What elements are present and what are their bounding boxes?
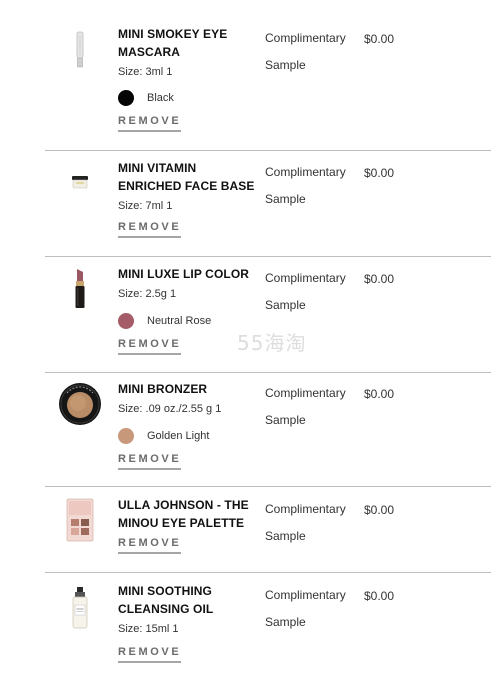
shade-name: Neutral Rose: [147, 315, 212, 327]
item-price: $0.00: [364, 503, 395, 517]
cart-items-list: MINI SMOKEY EYE MASCARA Size: 3ml 1 Blac…: [0, 0, 491, 674]
status-line-2: Sample: [265, 58, 306, 72]
shade-name: Black: [147, 92, 174, 104]
status-text: Complimentary Sample: [265, 582, 360, 636]
product-name: MINI BRONZER: [118, 382, 208, 396]
shade-swatch: [118, 428, 134, 444]
status-text: Complimentary Sample: [265, 265, 360, 319]
mascara-icon: [52, 26, 108, 74]
status-text: Complimentary Sample: [265, 159, 360, 213]
product-size: Size: 7ml 1: [118, 200, 173, 212]
face-base-jar-icon: [52, 158, 108, 206]
remove-button[interactable]: REMOVE: [118, 646, 182, 663]
lipstick-icon: [52, 265, 108, 313]
bronzer-compact-icon: [52, 380, 108, 428]
status-line-1: Complimentary: [265, 271, 346, 285]
cleansing-oil-bottle-icon: [52, 584, 108, 632]
product-size: Size: .09 oz./2.55 g 1: [118, 403, 222, 415]
item-price: $0.00: [364, 272, 395, 286]
status-line-1: Complimentary: [265, 31, 346, 45]
shade-swatch: [118, 313, 134, 329]
product-name: MINI SMOKEY EYE MASCARA: [118, 27, 228, 59]
divider: [45, 486, 491, 487]
item-price: $0.00: [364, 589, 395, 603]
status-text: Complimentary Sample: [265, 25, 360, 79]
status-line-1: Complimentary: [265, 165, 346, 179]
status-text: Complimentary Sample: [265, 496, 360, 550]
status-line-2: Sample: [265, 615, 306, 629]
shade-row: Golden Light: [118, 428, 263, 444]
status-line-1: Complimentary: [265, 502, 346, 516]
status-line-1: Complimentary: [265, 386, 346, 400]
product-size: Size: 2.5g 1: [118, 288, 177, 300]
divider: [45, 372, 491, 373]
status-text: Complimentary Sample: [265, 380, 360, 434]
item-price: $0.00: [364, 387, 395, 401]
divider: [45, 572, 491, 573]
status-line-2: Sample: [265, 298, 306, 312]
watermark: 55海淘: [237, 331, 307, 355]
remove-button[interactable]: REMOVE: [118, 453, 182, 470]
remove-button[interactable]: REMOVE: [118, 338, 182, 355]
status-line-1: Complimentary: [265, 588, 346, 602]
product-size: Size: 3ml 1: [118, 66, 173, 78]
product-size: Size: 15ml 1: [118, 623, 179, 635]
product-name: MINI LUXE LIP COLOR: [118, 267, 250, 281]
remove-button[interactable]: REMOVE: [118, 221, 182, 238]
divider: [45, 150, 491, 151]
status-line-2: Sample: [265, 529, 306, 543]
shade-name: Golden Light: [147, 430, 210, 442]
status-line-2: Sample: [265, 192, 306, 206]
eye-palette-icon: [52, 496, 108, 544]
divider: [45, 256, 491, 257]
remove-button[interactable]: REMOVE: [118, 537, 182, 554]
shade-row: Black: [118, 90, 263, 106]
product-name: MINI SOOTHING CLEANSING OIL: [118, 584, 214, 616]
status-line-2: Sample: [265, 413, 306, 427]
product-name: MINI VITAMIN ENRICHED FACE BASE: [118, 161, 255, 193]
remove-button[interactable]: REMOVE: [118, 115, 182, 132]
item-price: $0.00: [364, 32, 395, 46]
shade-swatch: [118, 90, 134, 106]
item-price: $0.00: [364, 166, 395, 180]
product-name: ULLA JOHNSON - THE MINOU EYE PALETTE: [118, 498, 249, 530]
